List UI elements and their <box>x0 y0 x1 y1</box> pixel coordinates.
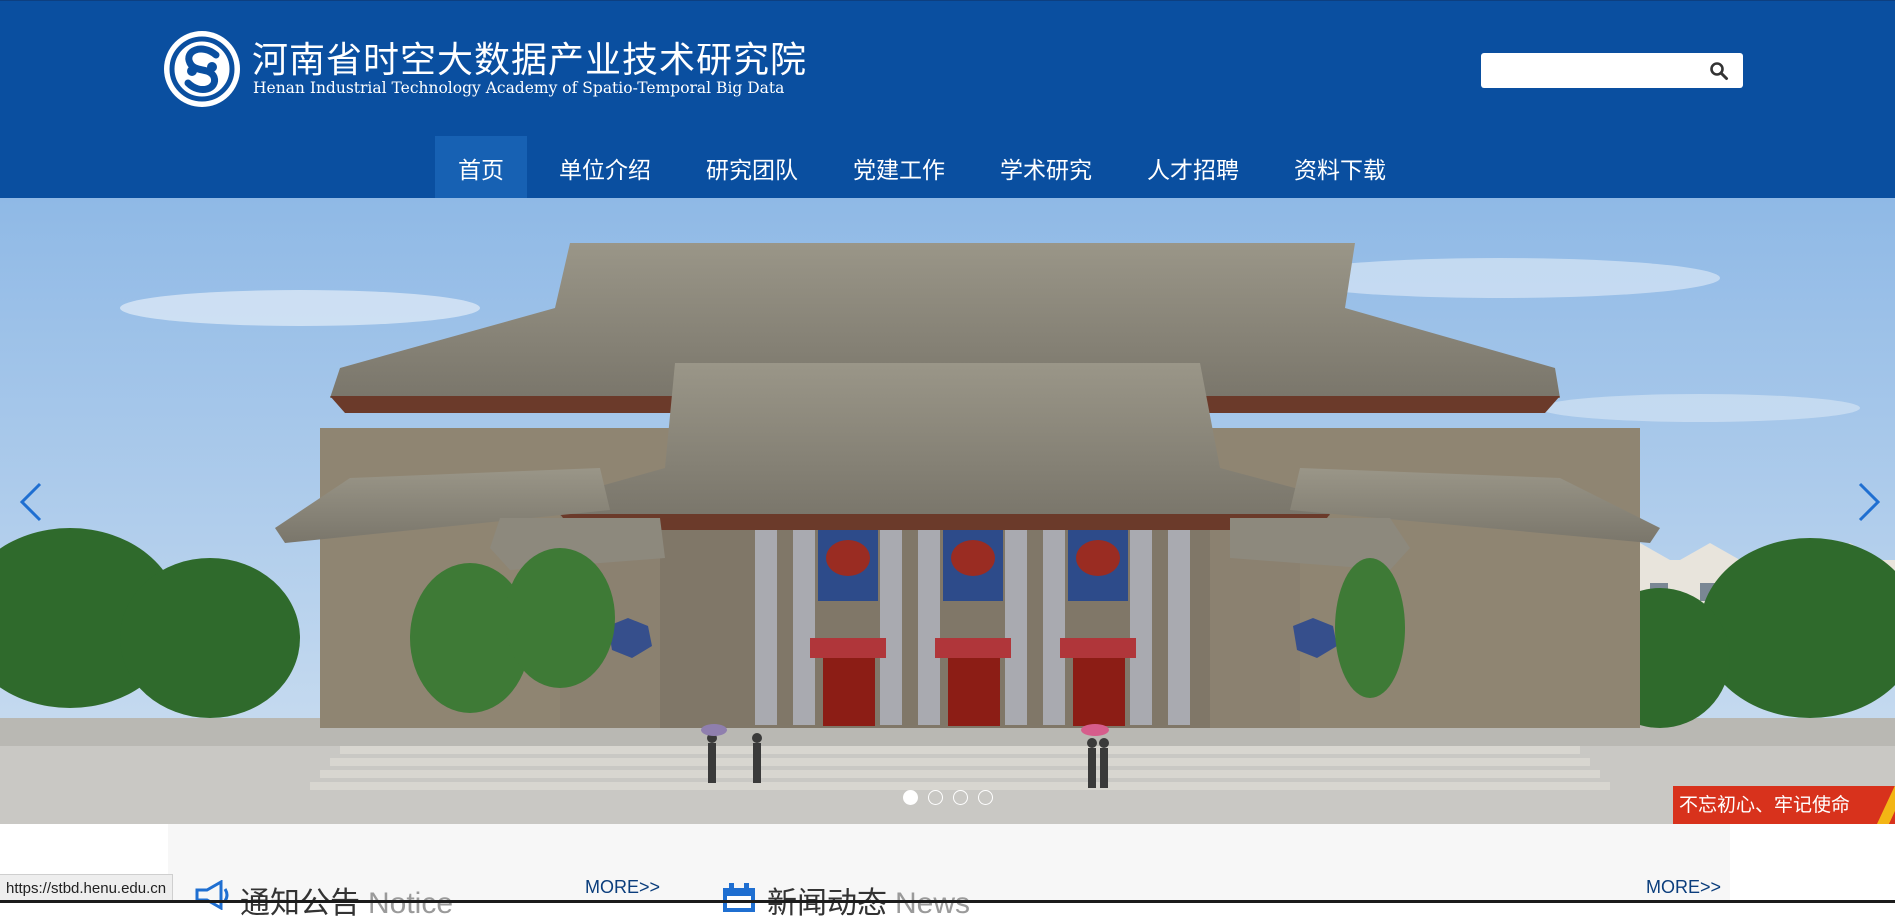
carousel-dot[interactable] <box>978 790 993 805</box>
notice-title-en: Notice <box>368 887 454 920</box>
nav-item-downloads[interactable]: 资料下载 <box>1271 136 1409 199</box>
nav-item-about[interactable]: 单位介绍 <box>536 136 674 199</box>
search-input[interactable] <box>1481 53 1701 88</box>
megaphone-icon <box>195 880 229 910</box>
nav-item-research-team[interactable]: 研究团队 <box>683 136 821 199</box>
carousel-dot[interactable] <box>928 790 943 805</box>
arrow-left-icon[interactable] <box>16 480 46 524</box>
nav-item-party-building[interactable]: 党建工作 <box>830 136 968 199</box>
news-more-link[interactable]: MORE>> <box>1646 877 1721 898</box>
nav-item-recruitment[interactable]: 人才招聘 <box>1124 136 1262 199</box>
arrow-right-icon[interactable] <box>1854 480 1884 524</box>
search-icon[interactable] <box>1709 61 1729 81</box>
nav-item-home[interactable]: 首页 <box>435 136 527 199</box>
news-title-cn: 新闻动态 <box>767 887 887 920</box>
site-subtitle: Henan Industrial Technology Academy of S… <box>253 79 785 97</box>
carousel-dot[interactable] <box>953 790 968 805</box>
notice-more-link[interactable]: MORE>> <box>585 877 660 898</box>
site-title[interactable]: 河南省时空大数据产业技术研究院 <box>252 31 807 83</box>
banner-image <box>0 198 1895 824</box>
banner-carousel[interactable] <box>0 198 1895 824</box>
logo-icon[interactable] <box>162 29 242 109</box>
slogan-badge[interactable]: 不忘初心、牢记使命 <box>1673 786 1895 824</box>
carousel-indicators <box>903 790 993 805</box>
search-box <box>1481 53 1743 88</box>
notice-title-cn: 通知公告 <box>240 887 360 920</box>
nav-item-academic-research[interactable]: 学术研究 <box>977 136 1115 199</box>
status-bar-url: https://stbd.henu.edu.cn <box>0 874 174 903</box>
main-nav: 首页 单位介绍 研究团队 党建工作 学术研究 人才招聘 资料下载 <box>435 136 1418 199</box>
calendar-icon <box>723 883 755 912</box>
site-header: 河南省时空大数据产业技术研究院 Henan Industrial Technol… <box>0 0 1895 199</box>
carousel-dot[interactable] <box>903 790 918 805</box>
news-title-en: News <box>895 887 971 920</box>
